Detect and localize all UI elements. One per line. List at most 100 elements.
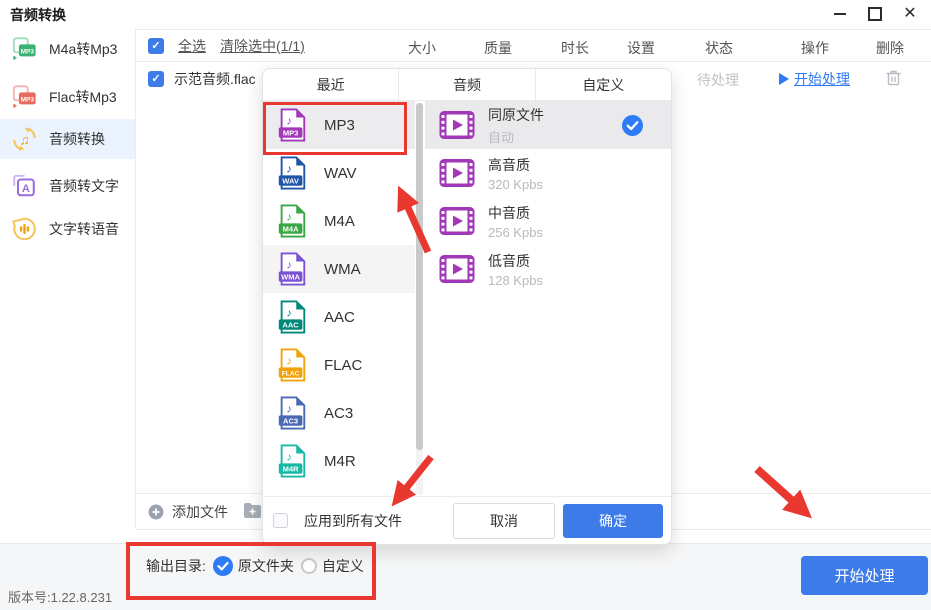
row-checkbox[interactable]: ✓ [148, 71, 164, 87]
audio-convert-icon: ♫ [11, 126, 38, 152]
svg-text:♪: ♪ [286, 356, 292, 368]
radio-off-icon [301, 558, 317, 574]
select-all-checkbox[interactable]: ✓ [148, 38, 164, 54]
quality-option-1[interactable]: 同原文件 自动 [425, 101, 671, 149]
quality-preset-icon [439, 206, 475, 236]
output-option-1[interactable]: 原文件夹 [213, 556, 294, 576]
quality-title: 同原文件 [488, 105, 544, 125]
table-header: ✓ 全选 清除选中(1/1) 大小质量时长设置状态操作删除 [136, 29, 931, 62]
format-label: FLAC [324, 357, 362, 374]
bottom-bar [0, 543, 931, 610]
add-folder-button[interactable] [243, 502, 262, 524]
format-scrollbar[interactable] [416, 103, 423, 495]
quality-option-4[interactable]: 低音质 128 Kpbs [425, 245, 671, 293]
selected-check-icon [622, 115, 643, 136]
folder-plus-icon [243, 502, 262, 519]
select-all-link[interactable]: 全选 [178, 36, 206, 56]
sidebar-item-label: 音频转文字 [49, 176, 119, 196]
svg-text:M4A: M4A [283, 224, 299, 233]
start-processing-button[interactable]: 开始处理 [801, 556, 928, 595]
cancel-button[interactable]: 取消 [453, 503, 555, 539]
quality-option-2[interactable]: 高音质 320 Kpbs [425, 149, 671, 197]
sidebar-item-5[interactable]: 文字转语音 [0, 209, 135, 249]
quality-preset-icon [439, 254, 475, 284]
format-option-m4r[interactable]: ♪ M4RM4R [263, 437, 415, 485]
quality-preset-icon [439, 158, 475, 188]
sidebar-item-4[interactable]: A 音频转文字 [0, 166, 135, 206]
svg-text:♪: ♪ [286, 212, 292, 224]
status-badge: 待处理 [697, 70, 739, 90]
sidebar-item-1[interactable]: MP3M4a转Mp3 [0, 29, 135, 69]
output-option-label: 自定义 [322, 556, 364, 576]
window-controls: ✕ [827, 2, 923, 26]
quality-title: 低音质 [488, 251, 543, 271]
plus-circle-icon [148, 504, 164, 520]
m4a-to-mp3-icon: MP3 [11, 36, 38, 62]
format-file-icon: ♪ AC3 [275, 396, 309, 430]
output-option-2[interactable]: 自定义 [301, 556, 364, 576]
file-name: 示范音频.flac [174, 69, 256, 89]
format-label: M4A [324, 213, 355, 230]
format-option-aac[interactable]: ♪ AACAAC [263, 293, 415, 341]
format-label: WAV [324, 165, 357, 182]
svg-text:AC3: AC3 [283, 416, 298, 425]
format-option-flac[interactable]: ♪ FLACFLAC [263, 341, 415, 389]
svg-text:♪: ♪ [286, 116, 292, 128]
column-header-2: 质量 [484, 38, 512, 58]
close-button[interactable]: ✕ [897, 2, 923, 26]
confirm-button[interactable]: 确定 [563, 504, 663, 538]
row-start-action[interactable]: 开始处理 [779, 69, 850, 89]
output-directory-row: 输出目录: 原文件夹自定义 [146, 556, 364, 576]
column-header-3: 时长 [561, 38, 589, 58]
sidebar-item-3[interactable]: ♫音频转换 [0, 119, 135, 159]
svg-text:♪: ♪ [286, 452, 292, 464]
svg-text:MP3: MP3 [283, 128, 299, 137]
quality-bitrate: 256 Kpbs [488, 225, 543, 240]
dialog-footer: 应用到所有文件 取消 确定 [263, 496, 671, 544]
svg-text:FLAC: FLAC [282, 370, 300, 377]
text-to-speech-icon [11, 216, 38, 242]
format-dialog: 最近音频自定义 ♪ MP3MP3 ♪ WAV WAV ♪ M4A M4A ♪ WMA… [262, 68, 672, 545]
column-header-6: 操作 [801, 38, 829, 58]
format-option-mp3[interactable]: ♪ MP3MP3 [263, 101, 415, 149]
svg-text:♪: ♪ [286, 260, 292, 272]
add-file-button[interactable]: 添加文件 [148, 494, 228, 530]
apply-all-label: 应用到所有文件 [304, 511, 402, 531]
format-list: ♪ MP3MP3 ♪ WAV WAV ♪ M4A M4A ♪ WMAWMA ♪ AA… [263, 101, 415, 496]
format-file-icon: ♪ MP3 [275, 108, 309, 142]
svg-text:♪: ♪ [286, 164, 292, 176]
sidebar-item-2[interactable]: MP3Flac转Mp3 [0, 77, 135, 117]
format-option-ac3[interactable]: ♪ AC3AC3 [263, 389, 415, 437]
delete-row-button[interactable] [884, 68, 903, 93]
format-option-m4a[interactable]: ♪ M4A M4A [263, 197, 415, 245]
play-icon [779, 73, 789, 85]
dialog-tab-1[interactable]: 最近 [263, 69, 398, 100]
apply-all-checkbox[interactable] [273, 513, 288, 528]
minimize-button[interactable] [827, 2, 853, 26]
quality-bitrate: 自动 [488, 127, 544, 146]
scrollbar-thumb[interactable] [416, 103, 423, 450]
format-file-icon: ♪ FLAC [275, 348, 309, 382]
dialog-body: ♪ MP3MP3 ♪ WAV WAV ♪ M4A M4A ♪ WMAWMA ♪ AA… [263, 101, 671, 496]
svg-text:MP3: MP3 [21, 48, 35, 55]
svg-text:♪: ♪ [286, 404, 292, 416]
quality-preset-icon [439, 110, 475, 140]
minimize-icon [834, 13, 846, 15]
format-option-wav[interactable]: ♪ WAV WAV [263, 149, 415, 197]
sidebar-divider [135, 29, 136, 529]
svg-text:♫: ♫ [19, 132, 29, 148]
svg-text:WAV: WAV [282, 176, 299, 185]
svg-text:MP3: MP3 [21, 96, 35, 103]
dialog-tab-3[interactable]: 自定义 [535, 69, 671, 100]
clear-selected-link[interactable]: 清除选中(1/1) [220, 36, 305, 56]
window-title: 音频转换 [10, 5, 66, 25]
format-option-wma[interactable]: ♪ WMAWMA [263, 245, 415, 293]
svg-text:AAC: AAC [282, 320, 299, 329]
selected-check-icon [213, 556, 233, 576]
svg-text:A: A [22, 183, 30, 195]
maximize-button[interactable] [862, 2, 888, 26]
output-option-label: 原文件夹 [238, 556, 294, 576]
row-start-link: 开始处理 [794, 69, 850, 89]
quality-option-3[interactable]: 中音质 256 Kpbs [425, 197, 671, 245]
dialog-tab-2[interactable]: 音频 [398, 69, 534, 100]
